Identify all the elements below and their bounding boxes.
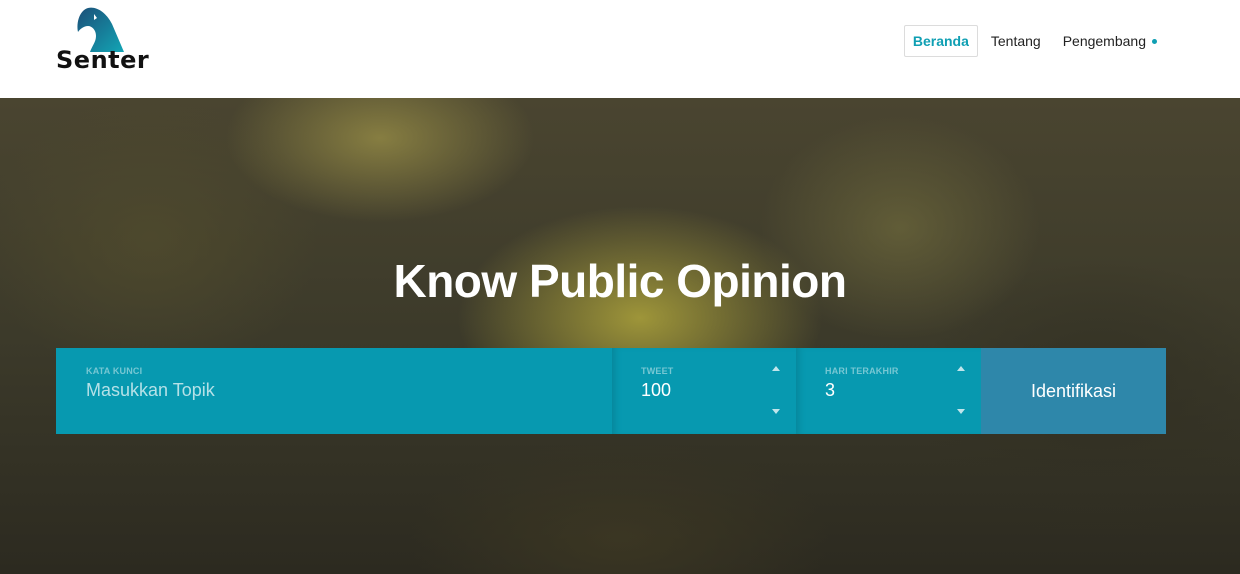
keyword-label: KATA KUNCI (86, 366, 143, 376)
nav-item-label: Pengembang (1062, 33, 1146, 49)
dot-icon (1152, 38, 1157, 44)
hero-section: Know Public Opinion KATA KUNCI Masukkan … (0, 98, 1240, 574)
spin-down-icon[interactable] (772, 409, 780, 414)
keyword-input[interactable]: Masukkan Topik (86, 380, 582, 401)
senter-logo[interactable]: Senter (56, 6, 156, 76)
spin-up-icon[interactable] (957, 366, 965, 371)
days-input[interactable]: 3 (825, 380, 951, 401)
logo-text: Senter (56, 46, 150, 74)
nav-item-label: Beranda (912, 33, 969, 49)
days-field[interactable]: HARI TERAKHIR 3 (796, 348, 981, 434)
search-form: KATA KUNCI Masukkan Topik TWEET 100 HARI… (56, 348, 1166, 434)
main-nav: Beranda Tentang Pengembang (903, 24, 1166, 58)
days-label: HARI TERAKHIR (825, 366, 899, 376)
spin-up-icon[interactable] (772, 366, 780, 371)
nav-item-beranda[interactable]: Beranda (903, 25, 978, 57)
nav-item-tentang[interactable]: Tentang (982, 25, 1050, 57)
tweet-input[interactable]: 100 (641, 380, 766, 401)
keyword-field[interactable]: KATA KUNCI Masukkan Topik (56, 348, 612, 434)
tweet-field[interactable]: TWEET 100 (612, 348, 796, 434)
spin-down-icon[interactable] (957, 409, 965, 414)
tweet-label: TWEET (641, 366, 674, 376)
nav-item-label: Tentang (990, 33, 1041, 49)
nav-item-pengembang[interactable]: Pengembang (1054, 25, 1166, 57)
identify-button[interactable]: Identifikasi (981, 348, 1166, 434)
hero-title: Know Public Opinion (393, 255, 847, 307)
site-header: Senter Beranda Tentang Pengembang (0, 0, 1240, 98)
